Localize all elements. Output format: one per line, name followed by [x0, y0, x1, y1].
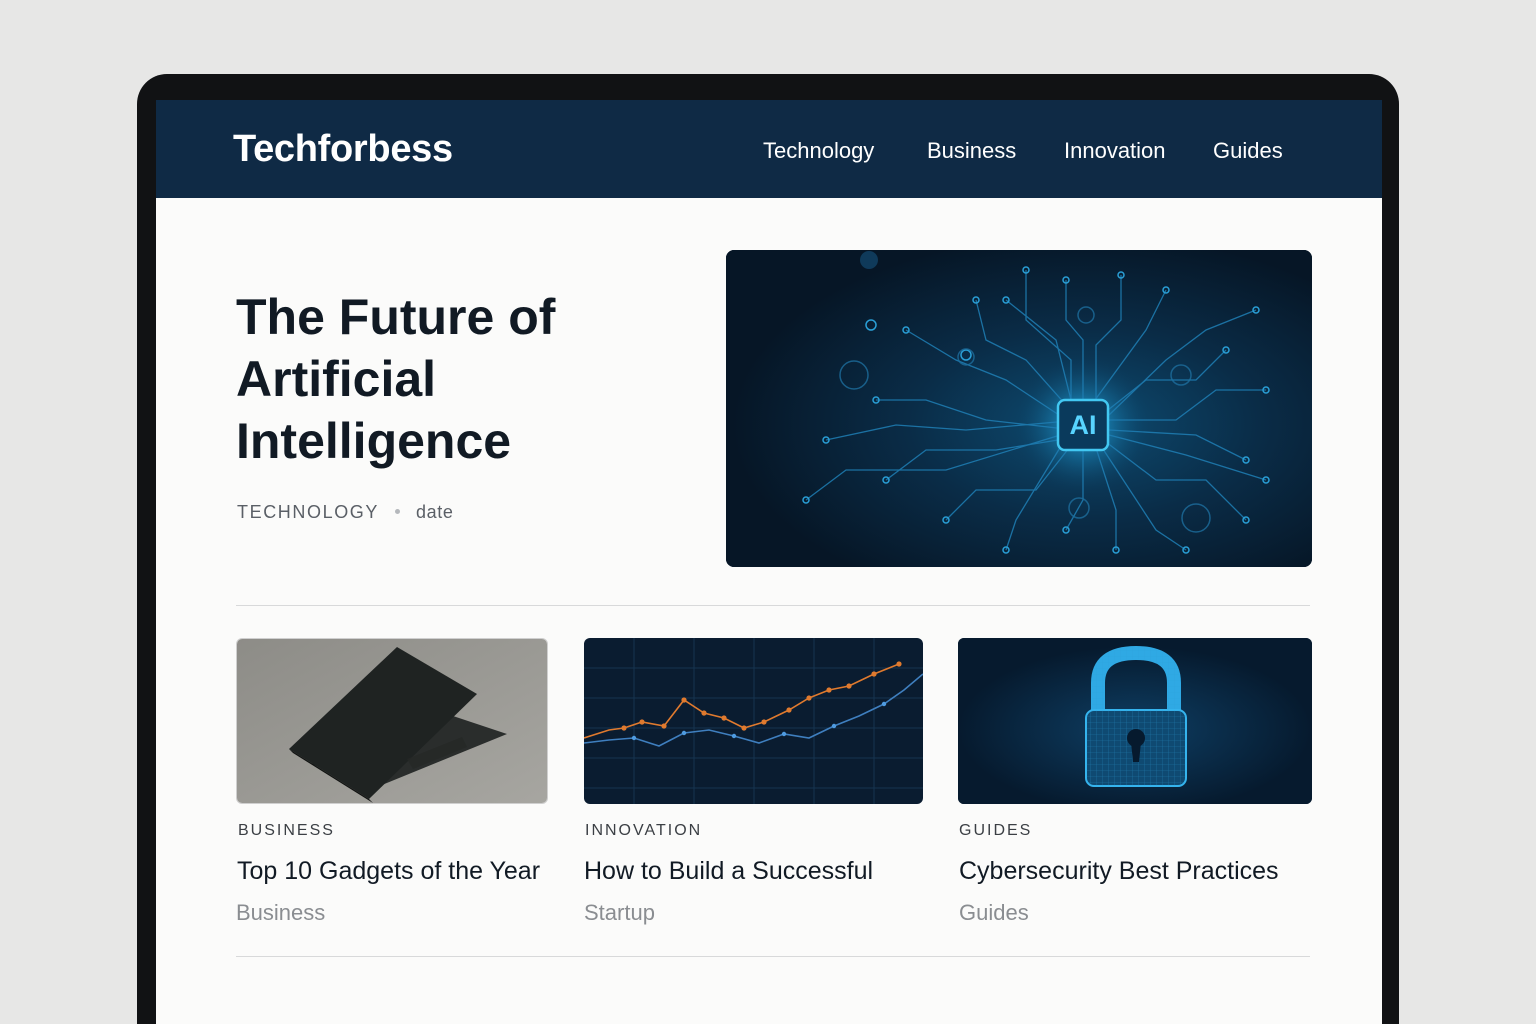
- card-image-lock[interactable]: [958, 638, 1312, 804]
- growth-chart-icon: [584, 638, 923, 804]
- nav-link-business[interactable]: Business: [927, 138, 1016, 164]
- ai-circuit-chip-icon: AI: [726, 250, 1312, 567]
- card-title[interactable]: Top 10 Gadgets of the Year: [237, 857, 540, 886]
- padlock-icon: [958, 638, 1312, 804]
- card-subtitle: Startup: [584, 900, 655, 925]
- browser-viewport: Techforbess Technology Business Innovati…: [156, 100, 1382, 1024]
- hero-meta: TECHNOLOGY date: [237, 502, 453, 523]
- nav-link-guides[interactable]: Guides: [1213, 138, 1283, 164]
- hero-title-line: Intelligence: [236, 413, 512, 469]
- nav-link-innovation[interactable]: Innovation: [1064, 138, 1166, 164]
- card-image-laptop[interactable]: [236, 638, 548, 804]
- card-title[interactable]: How to Build a Successful: [584, 857, 873, 886]
- card-title[interactable]: Cybersecurity Best Practices: [959, 857, 1279, 886]
- hero-date: date: [416, 502, 454, 522]
- section-divider: [236, 956, 1310, 957]
- site-header: Techforbess Technology Business Innovati…: [156, 100, 1382, 198]
- hero-category[interactable]: TECHNOLOGY: [237, 502, 379, 522]
- site-logo[interactable]: Techforbess: [233, 128, 453, 171]
- section-divider: [236, 605, 1310, 606]
- laptop-icon: [237, 639, 547, 803]
- hero-title[interactable]: The Future of Artificial Intelligence: [236, 286, 656, 472]
- card-category[interactable]: BUSINESS: [238, 822, 335, 840]
- card-category[interactable]: INNOVATION: [585, 822, 702, 840]
- card-subtitle: Guides: [959, 900, 1029, 925]
- nav-link-technology[interactable]: Technology: [763, 138, 874, 164]
- card-category[interactable]: GUIDES: [959, 822, 1032, 840]
- hero-image[interactable]: AI: [726, 250, 1312, 567]
- separator-dot: [395, 508, 401, 514]
- hero-title-line: The Future of: [236, 289, 556, 345]
- ai-chip-label: AI: [1070, 410, 1097, 440]
- card-image-chart[interactable]: [584, 638, 923, 804]
- hero-title-line: Artificial: [236, 351, 437, 407]
- card-subtitle: Business: [236, 900, 326, 925]
